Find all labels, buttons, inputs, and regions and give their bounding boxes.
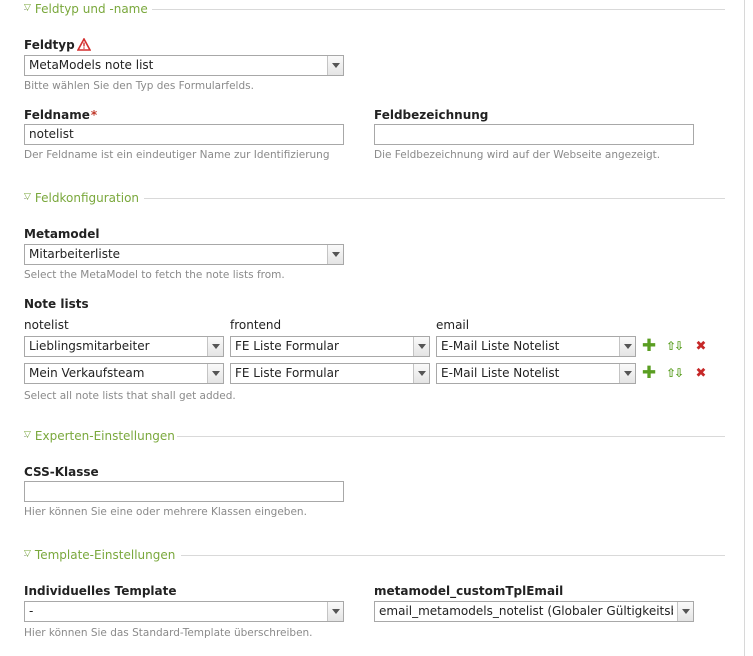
chevron-down-icon[interactable] — [327, 245, 343, 264]
chevron-down-icon[interactable] — [327, 602, 343, 621]
notelist-select[interactable]: Mein Verkaufsteam — [24, 363, 224, 384]
css-klasse-input[interactable] — [24, 481, 344, 502]
delete-icon[interactable]: ✖ — [694, 339, 708, 354]
collapse-triangle-icon[interactable]: ▽ — [24, 549, 31, 559]
add-icon[interactable]: ✚ — [642, 338, 656, 355]
frontend-select[interactable]: FE Liste Formular — [230, 336, 430, 357]
metamodel-select[interactable]: Mitarbeiterliste — [24, 244, 344, 265]
tpl-email-select[interactable]: email_metamodels_notelist (Globaler Gült… — [374, 601, 694, 622]
notelists-label: Note lists — [24, 297, 89, 311]
feldname-input[interactable]: notelist — [24, 124, 344, 145]
section-title: Feldkonfiguration — [34, 191, 140, 205]
add-icon[interactable]: ✚ — [642, 365, 656, 382]
chevron-down-icon[interactable] — [413, 364, 429, 383]
tpl-email-label: metamodel_customTplEmail — [374, 584, 564, 598]
feldtyp-help: Bitte wählen Sie den Typ des Formularfel… — [24, 80, 254, 92]
notelists-help: Select all note lists that shall get add… — [24, 390, 236, 402]
css-klasse-label: CSS-Klasse — [24, 465, 99, 479]
section-divider — [144, 198, 725, 199]
feldtyp-label: Feldtyp — [24, 38, 75, 52]
chevron-down-icon[interactable] — [619, 364, 635, 383]
metamodel-label: Metamodel — [24, 227, 100, 241]
column-header-notelist: notelist — [24, 318, 69, 332]
chevron-down-icon[interactable] — [619, 337, 635, 356]
feldbezeichnung-label: Feldbezeichnung — [374, 108, 489, 122]
chevron-down-icon[interactable] — [207, 364, 223, 383]
template-label: Individuelles Template — [24, 584, 177, 598]
page-border — [744, 0, 745, 656]
template-select[interactable]: - — [24, 601, 344, 622]
notelist-select[interactable]: Lieblingsmitarbeiter — [24, 336, 224, 357]
delete-icon[interactable]: ✖ — [694, 366, 708, 381]
move-up-down-icon[interactable]: ⇧⇩ — [662, 366, 686, 380]
metamodel-help: Select the MetaModel to fetch the note l… — [24, 269, 285, 281]
template-help: Hier können Sie das Standard-Template üb… — [24, 627, 313, 639]
section-title: Experten-Einstellungen — [34, 429, 175, 443]
chevron-down-icon[interactable] — [677, 602, 693, 621]
feldbezeichnung-input[interactable] — [374, 124, 694, 145]
collapse-triangle-icon[interactable]: ▽ — [24, 3, 31, 13]
section-title: Template-Einstellungen — [34, 548, 176, 562]
feldname-help: Der Feldname ist ein eindeutiger Name zu… — [24, 149, 330, 161]
column-header-frontend: frontend — [230, 318, 282, 332]
section-template-legend[interactable]: ▽ Template-Einstellungen — [24, 547, 175, 563]
chevron-down-icon[interactable] — [413, 337, 429, 356]
collapse-triangle-icon[interactable]: ▽ — [24, 192, 31, 202]
frontend-select[interactable]: FE Liste Formular — [230, 363, 430, 384]
feldname-label: Feldname* — [24, 108, 98, 122]
section-feldtyp-legend[interactable]: ▽ Feldtyp und -name — [24, 1, 148, 17]
warning-icon — [77, 38, 91, 51]
section-divider — [152, 9, 725, 10]
section-experten-legend[interactable]: ▽ Experten-Einstellungen — [24, 428, 175, 444]
section-divider — [181, 555, 725, 556]
section-title: Feldtyp und -name — [34, 2, 148, 16]
move-up-down-icon[interactable]: ⇧⇩ — [662, 339, 686, 353]
email-select[interactable]: E-Mail Liste Notelist — [436, 336, 636, 357]
collapse-triangle-icon[interactable]: ▽ — [24, 430, 31, 440]
email-select[interactable]: E-Mail Liste Notelist — [436, 363, 636, 384]
chevron-down-icon[interactable] — [207, 337, 223, 356]
css-klasse-help: Hier können Sie eine oder mehrere Klasse… — [24, 506, 307, 518]
feldbezeichnung-help: Die Feldbezeichnung wird auf der Webseit… — [374, 149, 661, 161]
feldtyp-select[interactable]: MetaModels note list — [24, 55, 344, 76]
section-feldkonfiguration-legend[interactable]: ▽ Feldkonfiguration — [24, 190, 139, 206]
chevron-down-icon[interactable] — [327, 56, 343, 75]
section-divider — [177, 436, 725, 437]
column-header-email: email — [436, 318, 470, 332]
